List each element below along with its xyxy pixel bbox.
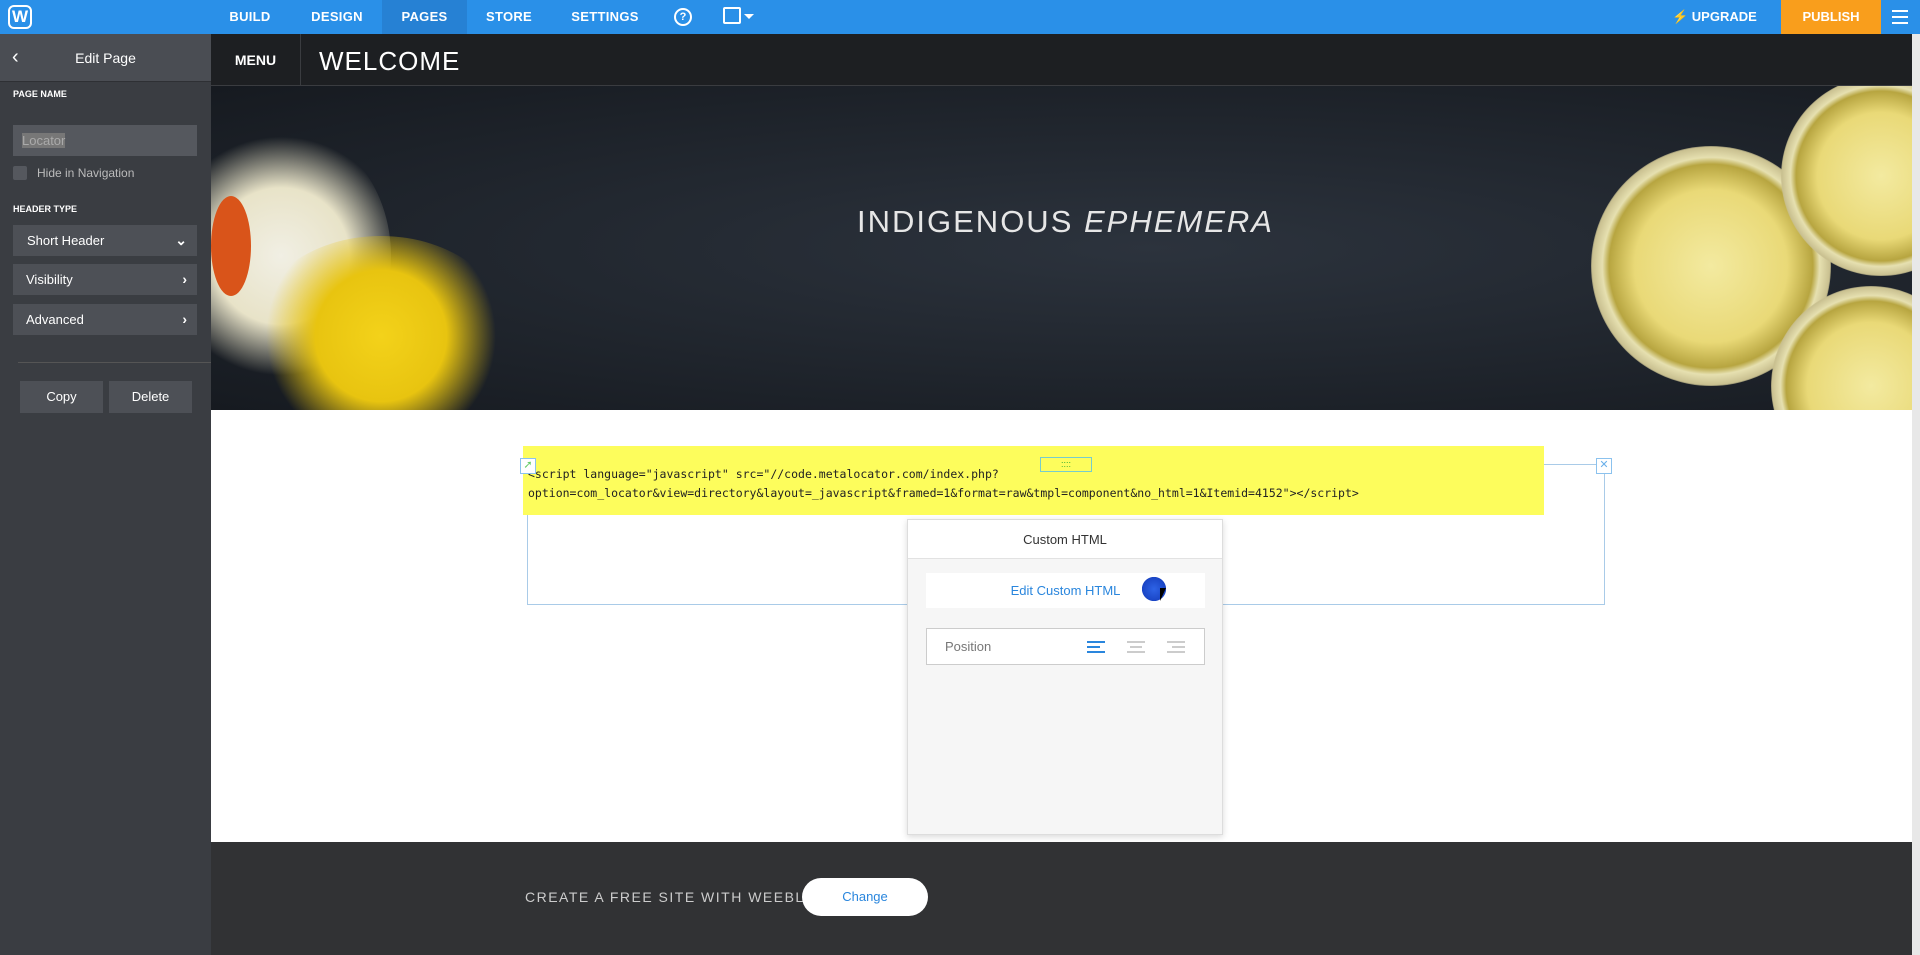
device-preview-icon[interactable] [723, 7, 741, 24]
position-control: Position [926, 628, 1205, 665]
custom-html-popup: Custom HTML Edit Custom HTML Position [907, 519, 1223, 835]
code-line: option=com_locator&view=directory&layout… [528, 486, 1359, 500]
visibility-button[interactable]: Visibility › [13, 264, 197, 295]
weebly-logo[interactable]: W [8, 5, 32, 29]
nav-settings[interactable]: SETTINGS [564, 0, 646, 34]
page-name-input[interactable]: Locator [13, 125, 197, 156]
hero-title-italic: EPHEMERA [1083, 204, 1274, 239]
header-type-value: Short Header [27, 233, 105, 248]
chevron-right-icon: › [182, 271, 187, 287]
hero-title[interactable]: INDIGENOUS EPHEMERA [211, 204, 1920, 240]
publish-button[interactable]: PUBLISH [1781, 0, 1881, 34]
page-name-value: Locator [22, 133, 66, 148]
drag-handle[interactable]: :::: [1040, 457, 1092, 472]
chevron-down-icon: ⌄ [175, 232, 187, 248]
popup-title: Custom HTML [908, 520, 1222, 559]
copy-button[interactable]: Copy [20, 381, 103, 413]
hero-banner[interactable]: INDIGENOUS EPHEMERA [211, 86, 1920, 410]
site-footer: CREATE A FREE SITE WITH WEEBLY Change [211, 842, 1920, 955]
nav-pages[interactable]: PAGES [382, 0, 467, 34]
page-name-label: PAGE NAME [13, 89, 67, 99]
chevron-right-icon: › [182, 311, 187, 327]
upgrade-button[interactable]: ⚡ UPGRADE [1672, 0, 1757, 34]
code-line: <script language="javascript" src="//cod… [528, 467, 999, 481]
footer-text: CREATE A FREE SITE WITH WEEBLY [525, 889, 815, 905]
nav-store[interactable]: STORE [478, 0, 540, 34]
nav-build[interactable]: BUILD [222, 0, 278, 34]
header-type-label: HEADER TYPE [13, 204, 78, 214]
mouse-cursor-icon [1160, 588, 1166, 601]
visibility-label: Visibility [26, 272, 73, 287]
advanced-label: Advanced [26, 312, 84, 327]
chevron-down-icon[interactable] [744, 14, 754, 24]
hide-in-navigation-label: Hide in Navigation [37, 166, 135, 180]
hero-title-part: INDIGENOUS [857, 204, 1084, 239]
align-center-icon[interactable] [1127, 641, 1145, 656]
site-header: MENU WELCOME [211, 34, 1920, 86]
edit-page-sidebar: ‹ Edit Page PAGE NAME Locator Hide in Na… [0, 34, 211, 955]
change-button[interactable]: Change [802, 878, 928, 916]
align-right-icon[interactable] [1167, 641, 1185, 656]
hide-in-navigation-checkbox[interactable] [13, 166, 27, 180]
help-icon[interactable]: ? [674, 8, 692, 26]
position-label: Position [945, 639, 992, 654]
hamburger-menu-icon[interactable] [1892, 10, 1908, 28]
advanced-button[interactable]: Advanced › [13, 304, 197, 335]
scrollbar[interactable] [1912, 34, 1920, 955]
align-left-icon[interactable] [1087, 641, 1105, 656]
delete-button[interactable]: Delete [109, 381, 192, 413]
sidebar-title: Edit Page [75, 50, 136, 66]
site-title[interactable]: WELCOME [319, 46, 460, 77]
site-menu-button[interactable]: MENU [211, 34, 301, 86]
close-icon[interactable]: ✕ [1596, 458, 1612, 474]
nav-design[interactable]: DESIGN [302, 0, 372, 34]
divider [18, 362, 211, 363]
custom-html-code[interactable]: <script language="javascript" src="//cod… [523, 446, 1544, 515]
sidebar-header: ‹ Edit Page [0, 34, 211, 82]
header-type-select[interactable]: Short Header ⌄ [13, 225, 197, 256]
resize-handle-icon[interactable]: ➚ [520, 458, 536, 474]
top-bar: W BUILD DESIGN PAGES STORE SETTINGS ? ⚡ … [0, 0, 1920, 34]
